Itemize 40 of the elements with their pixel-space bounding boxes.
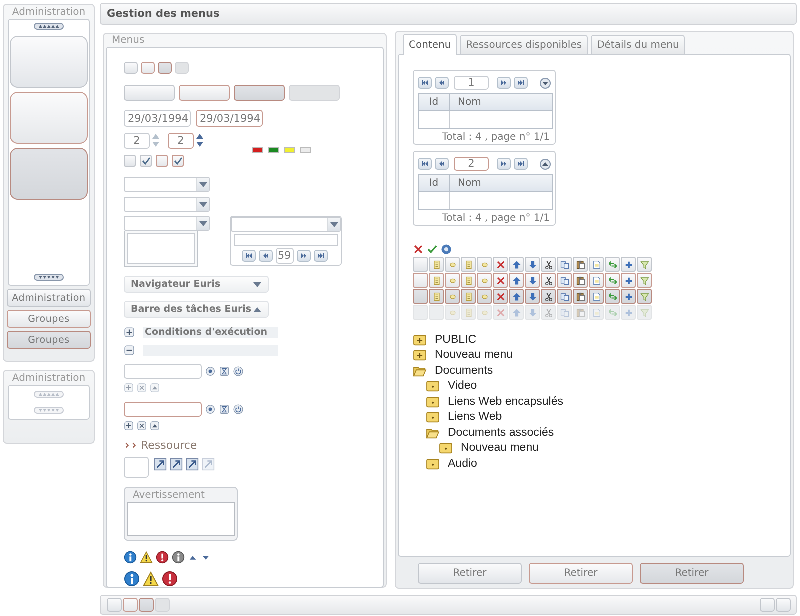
tree-label[interactable]: PUBLIC: [435, 334, 477, 346]
tree-label[interactable]: Documents: [435, 364, 494, 377]
remove-button[interactable]: Retirer: [529, 563, 633, 584]
tree-label[interactable]: Liens Web: [448, 411, 502, 424]
tab[interactable]: Ressources disponibles: [460, 35, 588, 54]
number-field[interactable]: 2: [124, 133, 150, 149]
panel-title: Administration: [12, 6, 86, 19]
tab[interactable]: Détails du menu: [591, 35, 686, 54]
page-summary: Total : 4 , page n° 1/1: [441, 213, 551, 224]
tree-label[interactable]: Nouveau menu: [435, 349, 513, 362]
resource-link[interactable]: Ressource: [141, 439, 198, 452]
tree-label[interactable]: Documents associés: [448, 426, 554, 439]
remove-button[interactable]: Retirer: [418, 563, 522, 584]
page-summary: Total : 4 , page n° 1/1: [441, 132, 551, 143]
date-field[interactable]: 29/03/1994: [124, 110, 191, 127]
column-header[interactable]: Nom: [450, 94, 482, 110]
page-title: Gestion des menus: [106, 8, 220, 20]
sidebar-button[interactable]: Administration: [7, 289, 91, 307]
group-title: Avertissement: [132, 489, 205, 501]
tree-label[interactable]: Audio: [448, 458, 478, 470]
sidebar-button[interactable]: Groupes: [7, 310, 91, 328]
tree-label[interactable]: Nouveau menu: [461, 442, 539, 454]
date-field[interactable]: 29/03/1994: [196, 110, 263, 127]
panel-title: Menus: [111, 34, 146, 47]
tab[interactable]: Contenu: [403, 34, 458, 55]
panel-title: Administration: [12, 372, 86, 385]
number-field[interactable]: 2: [168, 133, 194, 149]
accordion-header[interactable]: Barre des tâches Euris: [124, 301, 269, 318]
section-header[interactable]: Conditions d'exécution: [143, 327, 278, 338]
page-field[interactable]: 2: [454, 157, 489, 171]
tree-label[interactable]: Video: [448, 380, 478, 392]
remove-button[interactable]: Retirer: [640, 563, 744, 584]
page-field[interactable]: 1: [454, 76, 489, 90]
accordion-header[interactable]: Navigateur Euris: [124, 276, 269, 293]
tree-label[interactable]: Liens Web encapsulés: [448, 396, 564, 408]
column-header[interactable]: Id: [419, 175, 450, 191]
column-header[interactable]: Nom: [450, 175, 482, 191]
sidebar-button[interactable]: Groupes: [7, 331, 91, 349]
page-field[interactable]: 59: [276, 248, 294, 264]
column-header[interactable]: Id: [419, 94, 450, 110]
